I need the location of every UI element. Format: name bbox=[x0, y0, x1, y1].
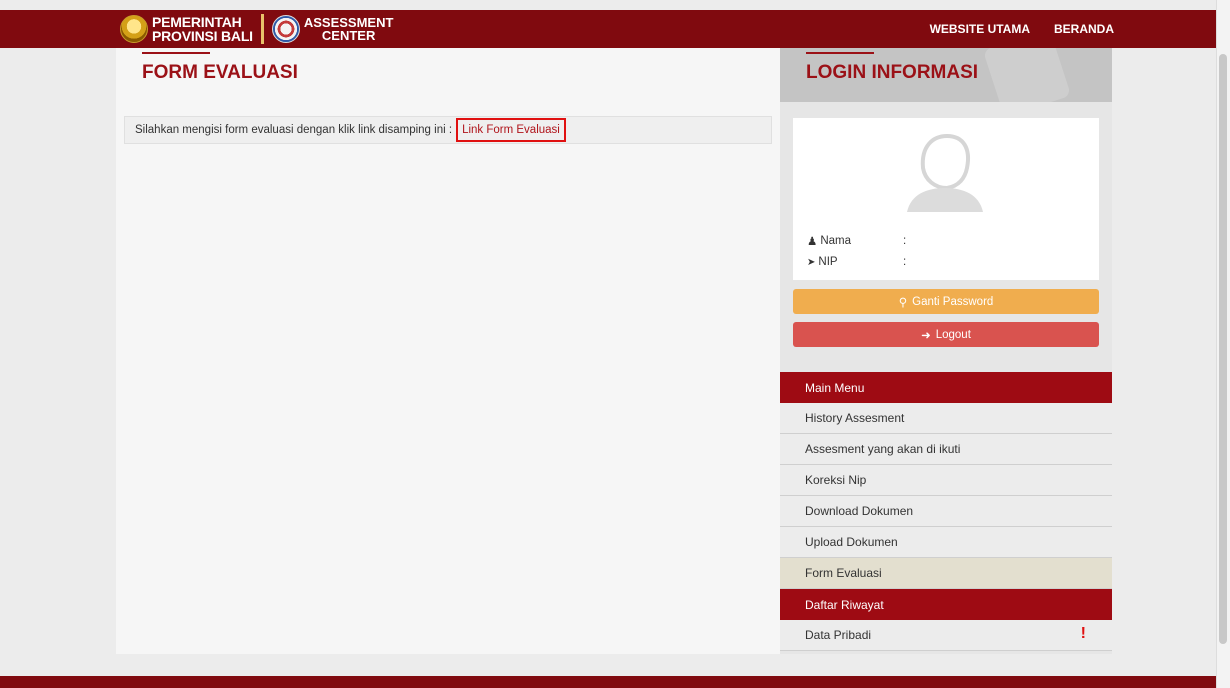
nama-separator: : bbox=[903, 235, 907, 247]
profile-card: ♟ Nama : ➤ NIP : bbox=[793, 118, 1099, 280]
nama-label: Nama bbox=[820, 235, 851, 247]
avatar-placeholder-icon bbox=[907, 133, 983, 212]
ganti-password-button[interactable]: ⚲ Ganti Password bbox=[793, 289, 1099, 314]
data-pribadi-label: Data Pribadi bbox=[805, 628, 872, 642]
logo-line-2: PROVINSI BALI bbox=[152, 28, 253, 44]
profile-nama-row: ♟ Nama : bbox=[807, 234, 906, 248]
site-logo[interactable]: PEMERINTAH PROVINSI BALI ASSESSMENT CENT… bbox=[120, 10, 393, 48]
exclamation-icon: ! bbox=[1080, 625, 1086, 642]
page-scrollbar[interactable] bbox=[1216, 0, 1230, 688]
nip-label: NIP bbox=[818, 256, 838, 268]
nav-website-utama[interactable]: WEBSITE UTAMA bbox=[930, 22, 1030, 36]
ganti-password-label: Ganti Password bbox=[912, 295, 994, 308]
nav-beranda[interactable]: BERANDA bbox=[1054, 22, 1114, 36]
menu-data-pribadi[interactable]: Data Pribadi ! bbox=[780, 620, 1112, 651]
sidebar: LOGIN INFORMASI ♟ Nama : ➤ NIP : ⚲ Ganti… bbox=[780, 48, 1112, 654]
logout-icon: ➜ bbox=[921, 329, 931, 342]
menu-download-dokumen[interactable]: Download Dokumen bbox=[780, 496, 1112, 527]
key-icon: ⚲ bbox=[898, 296, 908, 309]
daftar-riwayat-header: Daftar Riwayat bbox=[780, 589, 1112, 620]
main-menu-header: Main Menu bbox=[780, 372, 1112, 403]
top-nav: WEBSITE UTAMA BERANDA bbox=[930, 10, 1114, 48]
lock-decoration-icon bbox=[982, 48, 1072, 102]
login-header: LOGIN INFORMASI bbox=[780, 48, 1112, 102]
scrollbar-thumb[interactable] bbox=[1219, 54, 1227, 644]
menu-assesment-diikuti[interactable]: Assesment yang akan di ikuti bbox=[780, 434, 1112, 465]
footer-bar bbox=[0, 676, 1216, 688]
instruction-text: Silahkan mengisi form evaluasi dengan kl… bbox=[135, 124, 453, 136]
bali-emblem-icon bbox=[120, 15, 148, 43]
menu-upload-dokumen[interactable]: Upload Dokumen bbox=[780, 527, 1112, 558]
profile-nip-row: ➤ NIP : bbox=[807, 256, 906, 268]
logo-divider bbox=[260, 14, 264, 44]
logout-label: Logout bbox=[935, 328, 971, 341]
top-navbar: PEMERINTAH PROVINSI BALI ASSESSMENT CENT… bbox=[0, 10, 1216, 48]
logo-text: PEMERINTAH PROVINSI BALI bbox=[152, 15, 253, 43]
title-underline bbox=[142, 52, 210, 54]
main-panel: FORM EVALUASI Silahkan mengisi form eval… bbox=[116, 48, 780, 654]
nip-separator: : bbox=[903, 256, 907, 268]
menu-form-evaluasi[interactable]: Form Evaluasi bbox=[780, 558, 1112, 589]
page-title: FORM EVALUASI bbox=[142, 62, 298, 83]
login-title: LOGIN INFORMASI bbox=[806, 62, 979, 83]
instruction-box: Silahkan mengisi form evaluasi dengan kl… bbox=[124, 116, 772, 144]
side-menu: Main Menu History Assesment Assesment ya… bbox=[780, 372, 1112, 651]
assessment-emblem-icon bbox=[271, 15, 300, 43]
user-icon: ♟ bbox=[807, 236, 818, 248]
link-form-evaluasi[interactable]: Link Form Evaluasi bbox=[456, 118, 566, 142]
assessment-logo-text: ASSESSMENT CENTER bbox=[304, 16, 394, 42]
assessment-line-2: CENTER bbox=[321, 28, 376, 43]
menu-koreksi-nip[interactable]: Koreksi Nip bbox=[780, 465, 1112, 496]
logout-button[interactable]: ➜ Logout bbox=[793, 322, 1099, 347]
menu-history-assesment[interactable]: History Assesment bbox=[780, 403, 1112, 434]
arrow-circle-icon: ➤ bbox=[807, 256, 816, 268]
login-title-underline bbox=[806, 52, 874, 54]
logo-line-1: PEMERINTAH bbox=[152, 14, 242, 30]
